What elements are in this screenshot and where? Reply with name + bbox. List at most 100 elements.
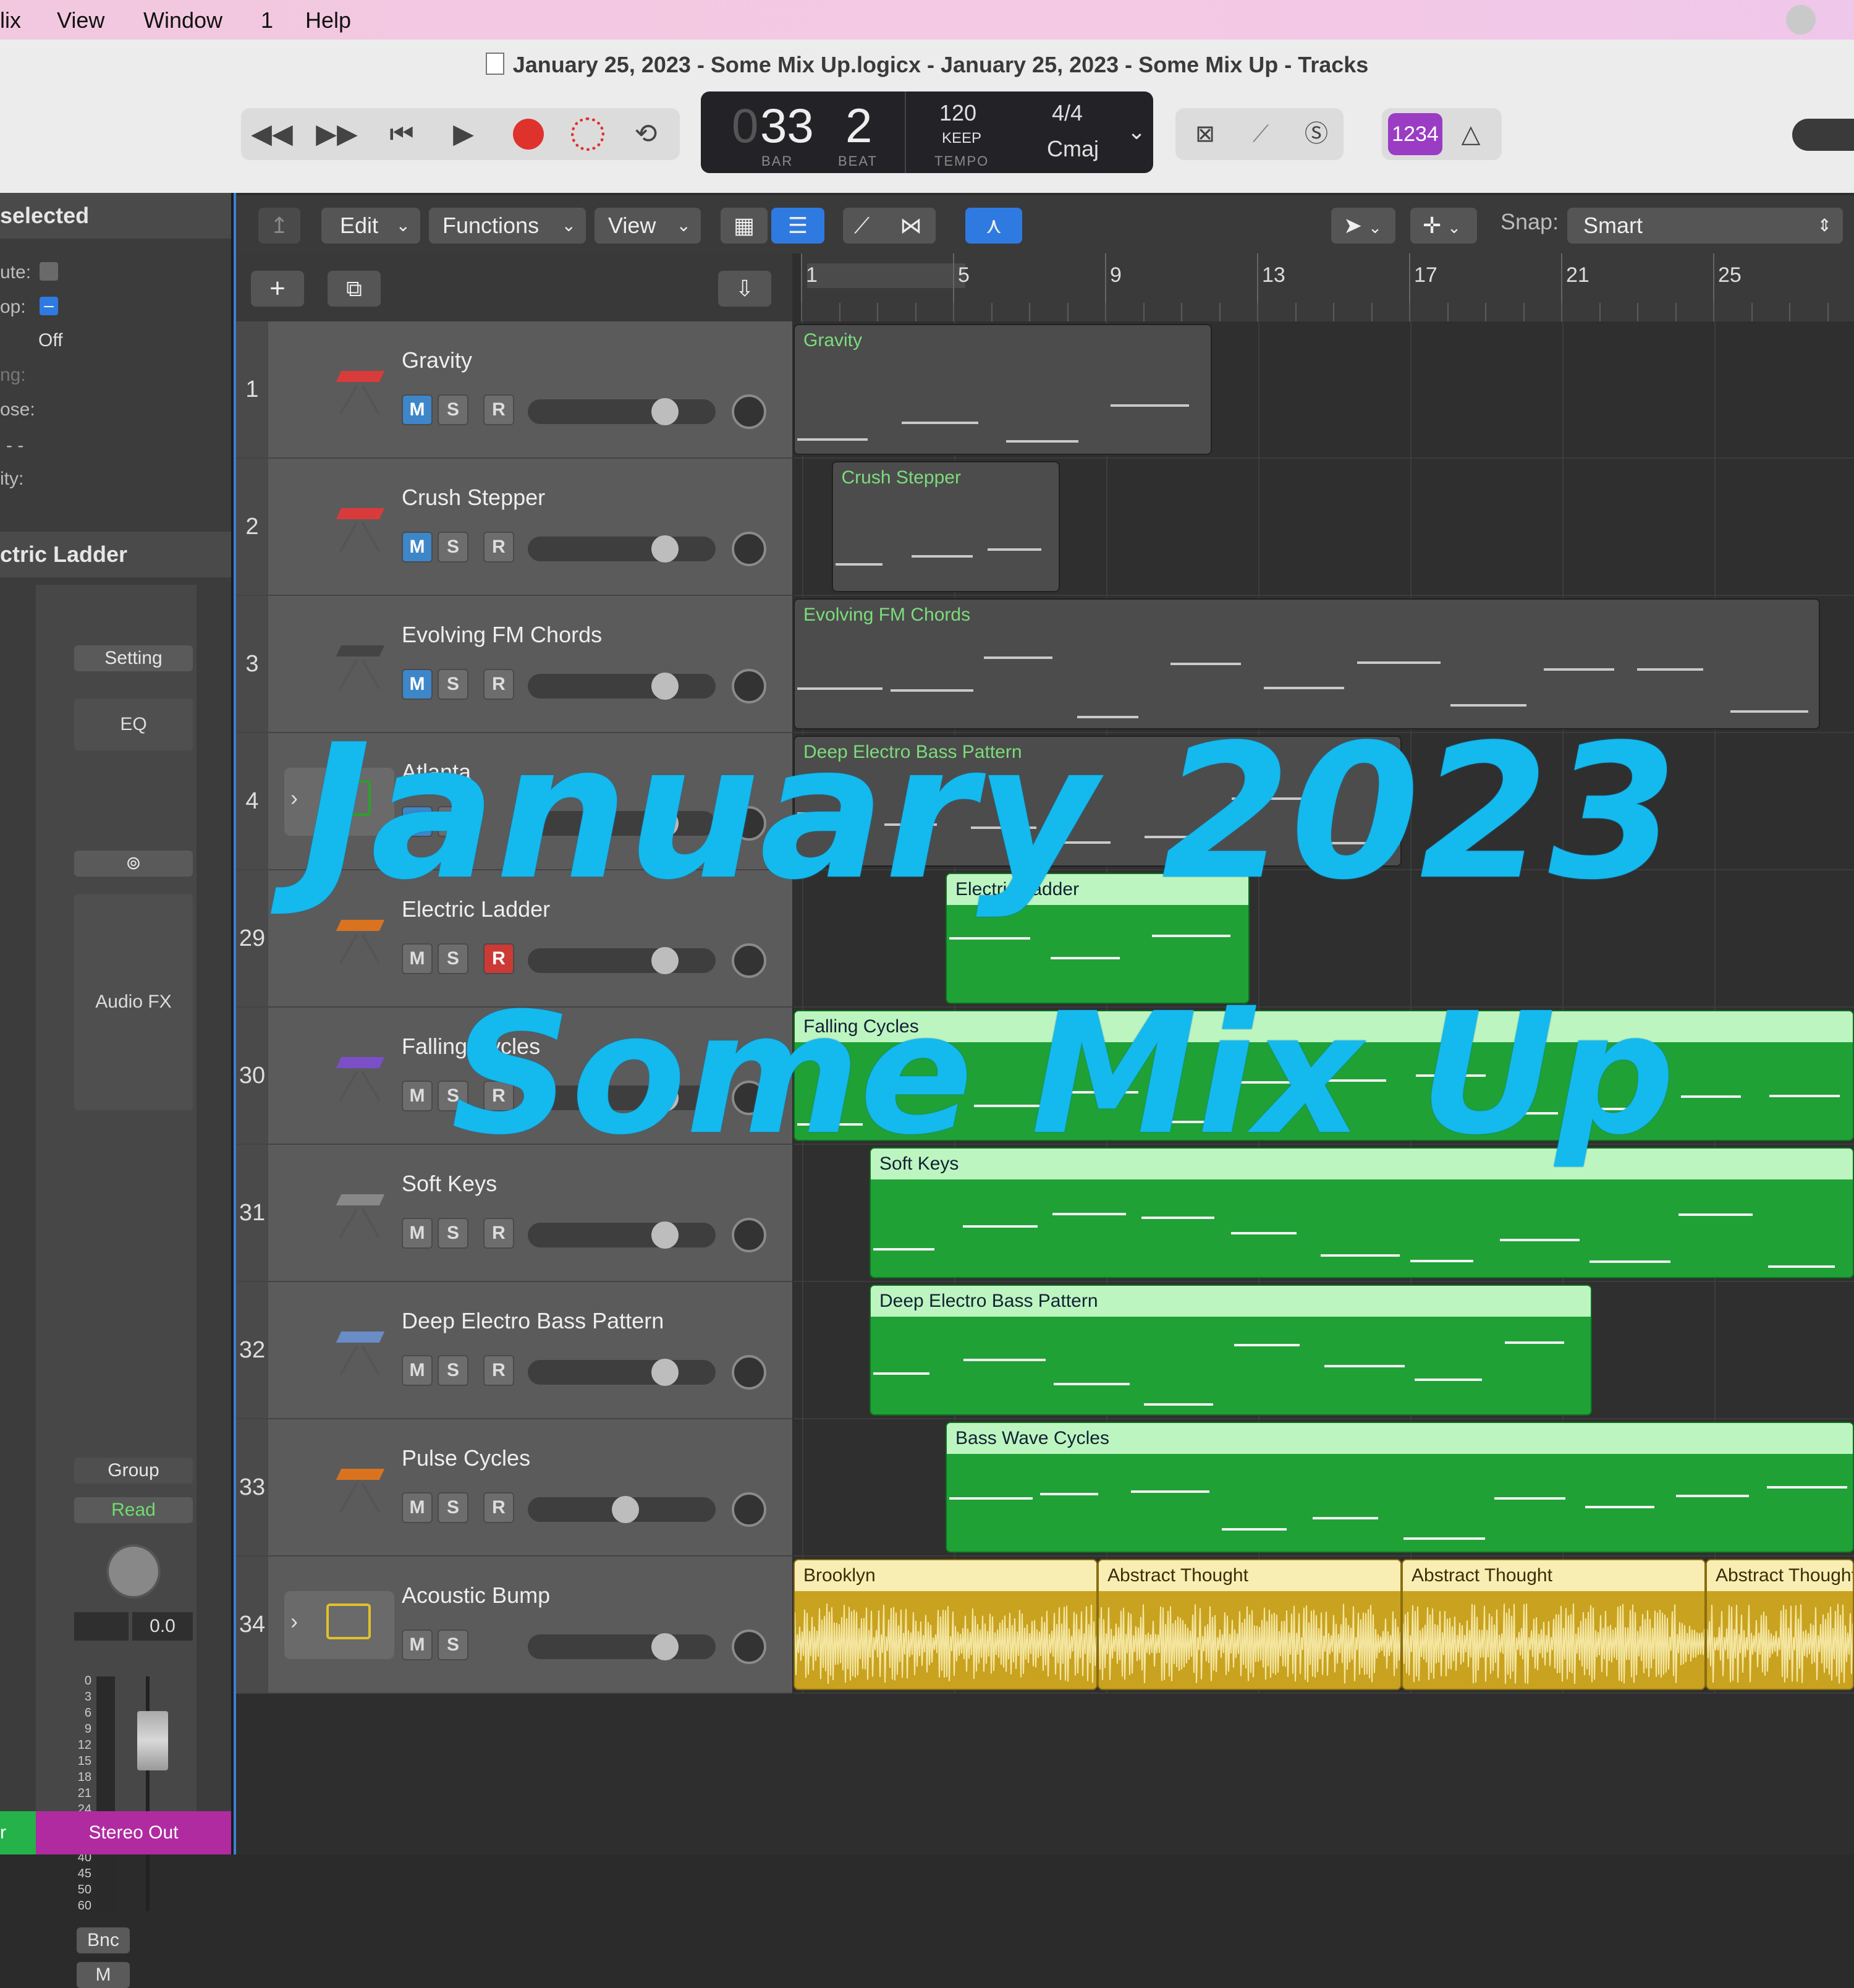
lcd-display[interactable]: 0 33 2 BAR BEAT 120 KEEP TEMPO 4/4 Cmaj … xyxy=(701,91,1153,173)
bar-ruler[interactable]: 1 5 9 13 17 21 25 xyxy=(801,253,1854,323)
record-enable-button[interactable]: R xyxy=(483,532,514,563)
lcd-chevron-down-icon[interactable]: ⌄ xyxy=(1127,119,1146,145)
volume-slider-handle[interactable] xyxy=(612,1496,640,1523)
functions-menu[interactable]: Functions ⌄ xyxy=(429,208,586,244)
region[interactable]: Bass Wave Cycles xyxy=(946,1422,1854,1553)
region[interactable]: Abstract Thought xyxy=(1098,1559,1402,1690)
volume-slider-handle[interactable] xyxy=(651,1359,679,1386)
record-enable-button[interactable]: R xyxy=(483,1355,514,1386)
mute-button[interactable]: M xyxy=(402,669,433,700)
cycle-icon[interactable]: ⟲ xyxy=(621,108,671,160)
tuner-icon[interactable]: ⟋ xyxy=(1236,108,1285,160)
record-enable-button[interactable]: R xyxy=(483,394,514,425)
low-latency-icon[interactable]: ⊠ xyxy=(1180,108,1230,160)
record-enable-button[interactable]: R xyxy=(483,1218,514,1249)
track-volume-slider[interactable] xyxy=(528,1634,716,1659)
count-in-badge[interactable]: 1234 xyxy=(1388,113,1442,155)
region[interactable]: Crush Stepper xyxy=(831,461,1060,592)
snap-select[interactable]: Smart ⇕ xyxy=(1567,208,1843,244)
track-volume-slider[interactable] xyxy=(528,948,716,973)
volume-slider-handle[interactable] xyxy=(651,398,679,425)
volume-value[interactable]: 0.0 xyxy=(132,1612,193,1641)
loop-checkbox[interactable]: – xyxy=(40,297,58,315)
automation-read-button[interactable]: Read xyxy=(74,1497,193,1523)
replace-record-icon[interactable] xyxy=(571,117,604,151)
menu-view[interactable]: View xyxy=(57,7,104,33)
pan-knob[interactable] xyxy=(732,1355,766,1390)
solo-button[interactable]: S xyxy=(438,1629,468,1660)
rewind-icon[interactable]: ◀◀ xyxy=(247,108,297,160)
play-icon[interactable]: ▶ xyxy=(439,108,488,160)
view-menu[interactable]: View ⌄ xyxy=(595,208,701,244)
metronome-icon[interactable]: △ xyxy=(1446,108,1496,160)
pan-knob[interactable] xyxy=(732,394,766,429)
solo-button[interactable]: S xyxy=(438,1492,468,1523)
region[interactable]: Deep Electro Bass Pattern xyxy=(870,1285,1592,1416)
volume-slider-handle[interactable] xyxy=(651,673,679,700)
volume-fader-handle[interactable] xyxy=(137,1711,168,1770)
menu-help[interactable]: Help xyxy=(305,7,351,33)
record-enable-button[interactable]: R xyxy=(483,1492,514,1523)
track-volume-slider[interactable] xyxy=(528,1360,716,1385)
track-volume-slider[interactable] xyxy=(528,399,716,424)
audio-fx-slot[interactable]: Audio FX xyxy=(74,894,193,1110)
mute-button[interactable]: M xyxy=(402,943,433,974)
pan-knob[interactable] xyxy=(732,1492,766,1527)
automation-icon[interactable]: ⟋ xyxy=(854,208,870,244)
pan-knob[interactable] xyxy=(732,943,766,978)
flex-icon[interactable]: ⋈ xyxy=(900,208,922,244)
mute-button[interactable]: M xyxy=(402,394,433,425)
menu-window[interactable]: Window xyxy=(143,7,222,33)
add-track-icon[interactable]: + xyxy=(251,271,304,307)
region[interactable]: Brooklyn xyxy=(794,1559,1098,1690)
solo-button[interactable]: S xyxy=(438,1218,468,1249)
region-inspector-header[interactable]: selected xyxy=(0,193,231,239)
inspector-row-value[interactable]: Off xyxy=(38,330,62,351)
fast-forward-icon[interactable]: ▶▶ xyxy=(312,108,362,160)
mute-checkbox[interactable] xyxy=(40,262,58,281)
go-up-icon[interactable]: ↥ xyxy=(258,208,300,244)
mute-button[interactable]: M xyxy=(402,1492,433,1523)
solo-mode-icon[interactable]: Ⓢ xyxy=(1292,108,1341,160)
menu-1[interactable]: 1 xyxy=(261,7,273,33)
output-label[interactable]: Stereo Out xyxy=(36,1811,231,1854)
go-to-start-icon[interactable]: ⏮ xyxy=(377,108,426,160)
mute-button[interactable]: M xyxy=(77,1962,130,1988)
volume-slider-handle[interactable] xyxy=(651,1221,679,1249)
track-header[interactable]: 33 Pulse Cycles M S R xyxy=(236,1419,792,1557)
edit-menu[interactable]: Edit ⌄ xyxy=(321,208,420,244)
bounce-button[interactable]: Bnc xyxy=(77,1927,130,1953)
record-enable-button[interactable]: R xyxy=(483,669,514,700)
pan-knob[interactable] xyxy=(732,532,766,566)
grid-view-icon[interactable]: ▦ xyxy=(721,208,768,244)
track-volume-slider[interactable] xyxy=(528,537,716,561)
solo-button[interactable]: S xyxy=(438,532,468,563)
duplicate-track-icon[interactable]: ⧉ xyxy=(328,271,381,307)
track-name[interactable]: Evolving FM Chords xyxy=(402,622,602,648)
region[interactable]: Abstract Thought xyxy=(1706,1559,1854,1690)
mute-button[interactable]: M xyxy=(402,1081,433,1111)
volume-slider-handle[interactable] xyxy=(651,1633,679,1660)
mute-button[interactable]: M xyxy=(402,1355,433,1386)
track-header[interactable]: 1 Gravity M S R xyxy=(236,321,792,459)
track-inspector-header[interactable]: ctric Ladder xyxy=(0,532,231,577)
track-name[interactable]: Acoustic Bump xyxy=(402,1582,550,1608)
link-icon[interactable]: ⊚ xyxy=(74,851,193,877)
track-name[interactable]: Gravity xyxy=(402,347,472,373)
pan-knob[interactable] xyxy=(732,1218,766,1252)
pointer-tool-icon[interactable]: ➤ ⌄ xyxy=(1331,208,1395,244)
track-header[interactable]: 2 Crush Stepper M S R xyxy=(236,459,792,596)
pan-knob[interactable] xyxy=(732,669,766,703)
volume-slider-handle[interactable] xyxy=(651,947,679,974)
track-name[interactable]: Deep Electro Bass Pattern xyxy=(402,1308,664,1334)
eq-display[interactable]: EQ xyxy=(74,699,193,750)
disclosure-triangle-icon[interactable]: › xyxy=(290,1608,298,1634)
setting-button[interactable]: Setting xyxy=(74,645,193,671)
region[interactable]: Gravity xyxy=(794,324,1212,455)
pan-knob[interactable] xyxy=(106,1544,161,1599)
solo-button[interactable]: S xyxy=(438,394,468,425)
region[interactable]: Abstract Thought xyxy=(1402,1559,1706,1690)
solo-button[interactable]: S xyxy=(438,669,468,700)
mute-button[interactable]: M xyxy=(402,532,433,563)
track-name[interactable]: Pulse Cycles xyxy=(402,1445,530,1471)
